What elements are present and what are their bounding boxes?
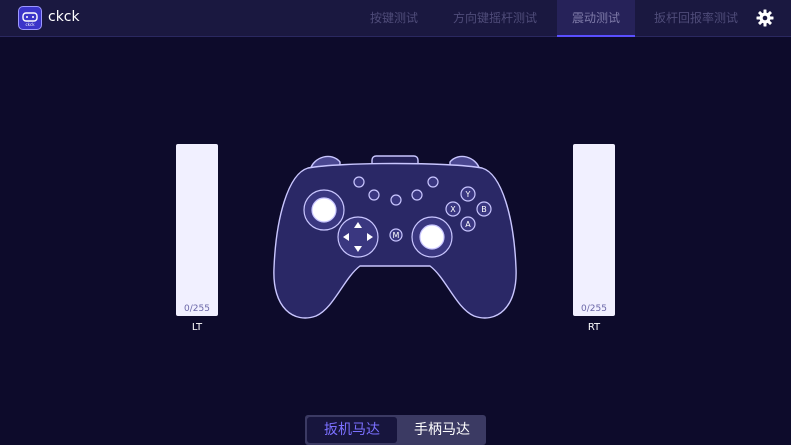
right-stick [419,224,445,250]
m-button-label: M [393,231,400,240]
rt-value: 0/255 [581,304,607,314]
svg-text:ckck: ckck [25,22,35,27]
settings-gear-icon[interactable] [756,9,774,27]
b-button-label: B [481,205,487,214]
small-button-5 [427,176,439,188]
motor-toggle: 扳机马达 手柄马达 [305,415,486,445]
y-button-label: Y [465,190,471,199]
rt-trigger-bar: 0/255 [573,144,615,316]
small-button-4 [411,189,423,201]
left-stick [311,197,337,223]
x-button-label: X [450,205,456,214]
lt-label: LT [191,322,203,333]
small-button-3 [390,194,402,206]
lt-trigger-bar: 0/255 [176,144,218,316]
tab-dpad-stick-test[interactable]: 方向键摇杆测试 [448,0,542,36]
tab-vibration-test[interactable]: 震动测试 [557,0,635,37]
tab-polling-rate-test[interactable]: 扳杆回报率测试 [648,0,744,36]
small-button-1 [353,176,365,188]
tab-key-test[interactable]: 按键测试 [362,0,426,36]
lt-value: 0/255 [184,304,210,314]
handle-motor-button[interactable]: 手柄马达 [398,415,486,445]
gamepad-illustration: M Y X B A [273,155,517,319]
rt-label: RT [587,322,601,333]
a-button-label: A [465,220,471,229]
app-name: ckck [48,9,80,25]
small-button-2 [368,189,380,201]
top-bar: ckck ckck 按键测试 方向键摇杆测试 震动测试 扳杆回报率测试 [0,0,791,37]
app-logo-icon: ckck [18,6,42,30]
trigger-motor-button[interactable]: 扳机马达 [307,417,397,443]
